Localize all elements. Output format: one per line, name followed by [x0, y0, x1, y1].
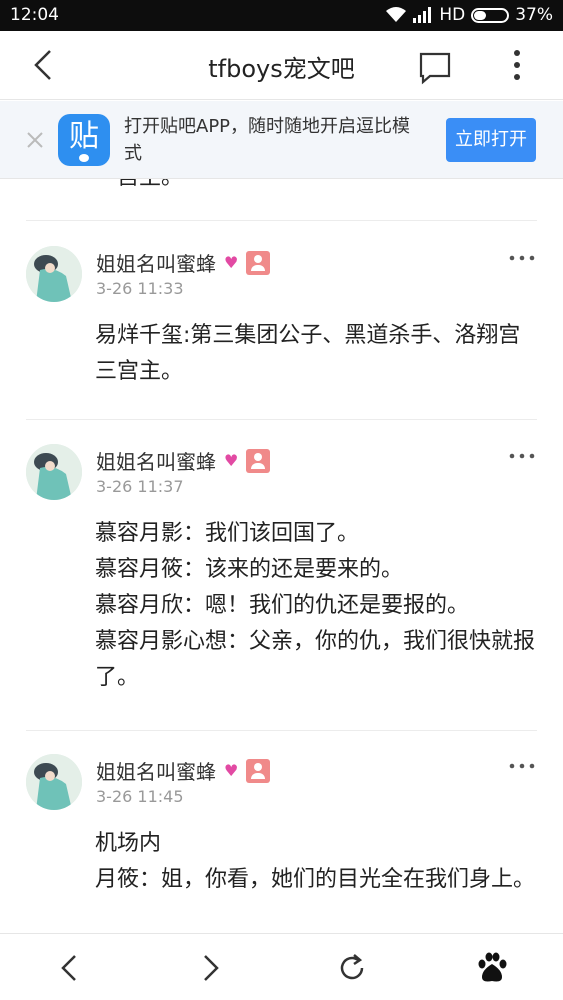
paw-icon [79, 154, 89, 162]
author-badge-icon [246, 250, 271, 275]
heart-emoji-icon: ♥ [224, 253, 239, 272]
post-author[interactable]: 姐姐名叫蜜蜂 ♥ [96, 248, 271, 277]
avatar-image [26, 754, 82, 810]
close-icon[interactable] [22, 127, 48, 153]
clipped-post-text: 一宫主。 [95, 179, 183, 191]
battery-fill [474, 10, 487, 20]
heart-emoji-icon: ♥ [224, 761, 239, 780]
battery-percent: 37% [515, 5, 553, 25]
avatar[interactable] [26, 444, 82, 500]
post-body: 易烊千玺:第三集团公子、黑道杀手、洛翔宫三宫主。 [95, 318, 540, 390]
username-text: 姐姐名叫蜜蜂 [96, 252, 216, 276]
baidu-paw-icon[interactable] [474, 950, 510, 986]
post-body: 机场内 月筱：姐，你看，她们的目光全在我们身上。 [95, 826, 540, 898]
tieba-logo: 贴 [58, 114, 110, 166]
heart-emoji-icon: ♥ [224, 451, 239, 470]
post-divider [26, 730, 537, 731]
banner-text: 打开贴吧APP，随时随地开启逗比模式 [124, 116, 411, 164]
page-title: tfboys宠文吧 [208, 55, 355, 83]
avatar-image [26, 246, 82, 302]
network-type: HD [439, 5, 466, 25]
tieba-logo-text: 贴 [69, 119, 99, 154]
battery-icon [471, 7, 510, 23]
status-indicators: HD 37% [385, 5, 553, 25]
status-bar: 12:04 HD 37% [0, 0, 563, 31]
post-divider [26, 220, 537, 221]
post-time: 3-26 11:33 [96, 279, 184, 298]
post-line: 慕容月影心想：父亲，你的仇，我们很快就报了。 [95, 629, 536, 690]
avatar[interactable] [26, 754, 82, 810]
more-horizontal-icon[interactable] [508, 446, 536, 466]
refresh-icon[interactable] [334, 950, 370, 986]
comment-icon[interactable] [416, 49, 454, 87]
more-horizontal-icon[interactable] [508, 248, 536, 268]
post-author[interactable]: 姐姐名叫蜜蜂 ♥ [96, 446, 271, 475]
bottom-nav [0, 933, 563, 1000]
app-download-banner: 贴 打开贴吧APP，随时随地开启逗比模式 立即打开 [0, 101, 563, 179]
open-app-button[interactable]: 立即打开 [446, 118, 536, 162]
post-line: 慕容月筱：该来的还是要来的。 [95, 557, 404, 582]
post-author[interactable]: 姐姐名叫蜜蜂 ♥ [96, 756, 271, 785]
thread-content: 一宫主。 姐姐名叫蜜蜂 ♥ 3-26 11:33 易烊千玺:第三集团公子、黑道杀… [0, 179, 563, 933]
top-nav: tfboys宠文吧 [0, 31, 563, 100]
post-body: 慕容月影：我们该回国了。 慕容月筱：该来的还是要来的。 慕容月欣：嗯！我们的仇还… [95, 516, 540, 696]
post-time: 3-26 11:45 [96, 787, 184, 806]
wifi-icon [386, 7, 407, 22]
username-text: 姐姐名叫蜜蜂 [96, 450, 216, 474]
username-text: 姐姐名叫蜜蜂 [96, 760, 216, 784]
status-time: 12:04 [10, 5, 59, 25]
more-horizontal-icon[interactable] [508, 756, 536, 776]
avatar[interactable] [26, 246, 82, 302]
signal-icon [413, 7, 432, 23]
post-line: 慕容月影：我们该回国了。 [95, 521, 360, 546]
nav-back-icon[interactable] [52, 950, 88, 986]
author-badge-icon [246, 448, 271, 473]
author-badge-icon [246, 758, 271, 783]
avatar-image [26, 444, 82, 500]
post-line: 机场内 [95, 831, 162, 856]
post-line: 月筱：姐，你看，她们的目光全在我们身上。 [95, 867, 536, 892]
post-divider [26, 419, 537, 420]
post-time: 3-26 11:37 [96, 477, 184, 496]
post-line: 易烊千玺:第三集团公子、黑道杀手、洛翔宫三宫主。 [95, 323, 521, 384]
post-line: 慕容月欣：嗯！我们的仇还是要报的。 [95, 593, 470, 618]
more-vertical-icon[interactable] [502, 45, 532, 85]
nav-forward-icon[interactable] [192, 950, 228, 986]
